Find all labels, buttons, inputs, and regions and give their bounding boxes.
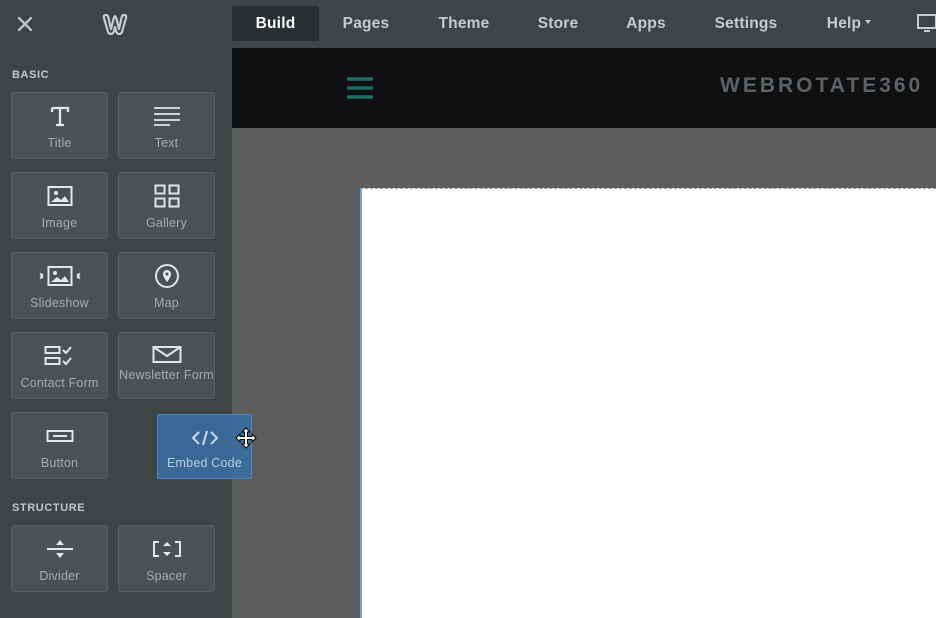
slideshow-icon bbox=[12, 263, 107, 289]
element-label: Gallery bbox=[146, 216, 187, 230]
code-icon bbox=[158, 427, 251, 449]
section-title-structure: STRUCTURE bbox=[12, 502, 86, 514]
element-label: Text bbox=[154, 136, 179, 150]
dragging-embed-code-element[interactable]: Embed Code bbox=[157, 414, 252, 479]
tab-help[interactable]: Help bbox=[814, 6, 884, 41]
title-icon bbox=[12, 103, 107, 129]
button-icon bbox=[12, 423, 107, 449]
tab-pages[interactable]: Pages bbox=[330, 6, 402, 41]
element-label: Title bbox=[47, 136, 72, 150]
element-label: Contact Form bbox=[20, 376, 99, 390]
element-label: Slideshow bbox=[30, 296, 89, 310]
chevron-down-icon bbox=[865, 19, 872, 24]
close-icon[interactable] bbox=[12, 11, 38, 37]
hamburger-menu-icon[interactable] bbox=[347, 76, 373, 100]
element-image[interactable]: Image bbox=[11, 172, 108, 239]
element-label: Map bbox=[154, 296, 179, 310]
tab-apps[interactable]: Apps bbox=[614, 6, 678, 41]
top-toolbar: Build Pages Theme Store Apps Settings He… bbox=[0, 0, 936, 48]
tab-help-label: Help bbox=[826, 15, 862, 32]
desktop-icon[interactable] bbox=[916, 13, 936, 33]
tab-build[interactable]: Build bbox=[232, 6, 319, 41]
weebly-logo-icon[interactable] bbox=[100, 10, 130, 38]
element-title[interactable]: Title bbox=[11, 92, 108, 159]
element-map[interactable]: Map bbox=[118, 252, 215, 319]
element-gallery[interactable]: Gallery bbox=[118, 172, 215, 239]
section-title-basic: BASIC bbox=[12, 69, 50, 81]
tab-theme[interactable]: Theme bbox=[426, 6, 502, 41]
image-icon bbox=[12, 183, 107, 209]
envelope-icon bbox=[119, 341, 214, 367]
map-pin-icon bbox=[119, 263, 214, 289]
tab-settings[interactable]: Settings bbox=[702, 6, 790, 41]
tab-store[interactable]: Store bbox=[526, 6, 590, 41]
element-newsletter-form[interactable]: Newsletter Form bbox=[118, 332, 215, 399]
element-text[interactable]: Text bbox=[118, 92, 215, 159]
element-button[interactable]: Button bbox=[11, 412, 108, 479]
contact-form-icon bbox=[12, 343, 107, 369]
element-label: Spacer bbox=[146, 569, 187, 583]
element-divider[interactable]: Divider bbox=[11, 525, 108, 592]
element-contact-form[interactable]: Contact Form bbox=[11, 332, 108, 399]
element-slideshow[interactable]: Slideshow bbox=[11, 252, 108, 319]
element-label: Button bbox=[40, 456, 79, 470]
element-label: Image bbox=[41, 216, 78, 230]
site-title[interactable]: WEBROTATE360 bbox=[640, 74, 936, 98]
divider-icon bbox=[12, 536, 107, 562]
element-label: Newsletter Form bbox=[119, 368, 214, 382]
element-spacer[interactable]: Spacer bbox=[118, 525, 215, 592]
page-content-dropzone[interactable] bbox=[360, 188, 936, 618]
element-label: Divider bbox=[39, 569, 80, 583]
text-icon bbox=[119, 103, 214, 129]
spacer-icon bbox=[119, 536, 214, 562]
element-label: Embed Code bbox=[167, 456, 242, 470]
gallery-icon bbox=[119, 183, 214, 209]
